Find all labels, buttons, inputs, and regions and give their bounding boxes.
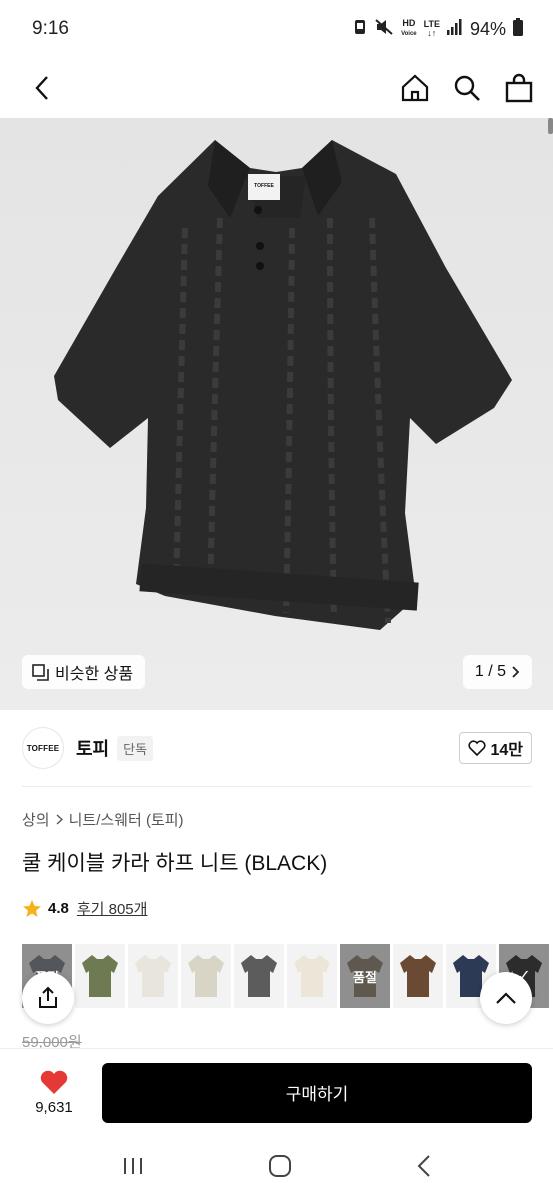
rating-value: 4.8: [48, 900, 69, 917]
swatch-shirt-image: [82, 955, 118, 997]
soldout-label: 품절: [353, 969, 377, 985]
wishlist-button[interactable]: 9,631: [22, 1069, 86, 1116]
swatch-shirt-image: [135, 955, 171, 997]
swatch-shirt-image: [241, 955, 277, 997]
battery-percent: 94%: [469, 18, 506, 39]
recent-apps-button[interactable]: [122, 1156, 144, 1181]
notification-icon: [353, 18, 367, 41]
chevron-right-icon: [512, 666, 520, 678]
copy-icon: [32, 663, 49, 681]
system-nav-bar: [0, 1136, 553, 1200]
color-swatch[interactable]: [75, 944, 125, 1008]
back-nav-button[interactable]: [417, 1154, 431, 1183]
hd-voice-indicator: HD Voice: [401, 18, 417, 38]
home-button[interactable]: [399, 72, 431, 104]
brand-like-button[interactable]: 14만: [459, 732, 532, 764]
swatch-shirt-image: [400, 955, 436, 997]
home-nav-button[interactable]: [268, 1154, 292, 1183]
top-nav: [0, 58, 553, 118]
product-image[interactable]: TOFFEE 비슷한 상품 1 / 5: [0, 118, 553, 710]
search-button[interactable]: [451, 72, 483, 104]
brand-logo[interactable]: TOFFEE: [22, 727, 64, 769]
home-icon: [401, 74, 429, 102]
heart-filled-icon: [40, 1070, 68, 1094]
brand-like-count: 14만: [490, 742, 523, 759]
heart-outline-icon: [468, 740, 487, 756]
mute-icon: [374, 18, 394, 41]
buy-button[interactable]: 구매하기: [102, 1062, 532, 1123]
signal-icon: [446, 18, 463, 40]
wishlist-count: 9,631: [35, 1099, 73, 1116]
home-circle-icon: [269, 1154, 292, 1177]
soldout-label: 품절: [35, 969, 59, 985]
status-bar: 9:16 HD Voice LTE ↓↑ 94%: [0, 0, 553, 58]
color-swatch[interactable]: 품절: [340, 944, 390, 1008]
polo-sweater-image: TOFFEE: [54, 140, 512, 630]
swatch-shirt-image: [188, 955, 224, 997]
shopping-bag-icon: [505, 73, 533, 103]
color-swatch[interactable]: [287, 944, 337, 1008]
image-pager[interactable]: 1 / 5: [462, 655, 532, 689]
scrollbar-thumb[interactable]: [548, 118, 553, 134]
brand-name[interactable]: 토피: [76, 735, 109, 761]
battery-icon: [513, 17, 523, 41]
divider: [22, 786, 532, 787]
breadcrumb: 상의 니트/스웨터 (토피): [22, 809, 184, 830]
garment-tag: TOFFEE: [254, 183, 274, 189]
back-arrow-icon: [417, 1154, 430, 1177]
breadcrumb-category[interactable]: 상의: [22, 809, 50, 830]
brand-row: TOFFEE 토피 단독 14만: [22, 722, 532, 774]
lte-indicator: LTE ↓↑: [423, 19, 440, 38]
review-link[interactable]: 후기 805개: [77, 898, 148, 919]
chevron-up-icon: [496, 992, 516, 1004]
breadcrumb-subcategory[interactable]: 니트/스웨터 (토피): [69, 809, 184, 830]
star-icon: [23, 899, 41, 917]
pager-text: 1 / 5: [474, 663, 506, 680]
similar-products-button[interactable]: 비슷한 상품: [22, 655, 146, 689]
color-swatch[interactable]: [234, 944, 284, 1008]
color-swatch[interactable]: [128, 944, 178, 1008]
status-icons: HD Voice LTE ↓↑ 94%: [353, 17, 523, 41]
check-icon: ✓: [517, 968, 531, 985]
purchase-bar: 9,631 구매하기: [0, 1048, 553, 1136]
cart-button[interactable]: [503, 72, 535, 104]
chevron-left-icon: [35, 76, 48, 100]
swatch-shirt-image: [294, 955, 330, 997]
similar-label: 비슷한 상품: [55, 666, 134, 683]
share-icon: [39, 986, 57, 1008]
color-swatches: 품절 품절 ✓: [22, 944, 553, 1008]
back-button[interactable]: [26, 72, 58, 104]
product-title: 쿨 케이블 카라 하프 니트 (BLACK): [22, 852, 328, 875]
exclusive-badge: 단독: [117, 735, 154, 761]
chevron-right-icon: [56, 814, 63, 825]
rating-row: 4.8 후기 805개: [22, 898, 147, 919]
search-icon: [454, 75, 480, 101]
recent-apps-icon: [124, 1157, 143, 1174]
color-swatch[interactable]: [181, 944, 231, 1008]
color-swatch[interactable]: [393, 944, 443, 1008]
status-time: 9:16: [32, 18, 69, 39]
